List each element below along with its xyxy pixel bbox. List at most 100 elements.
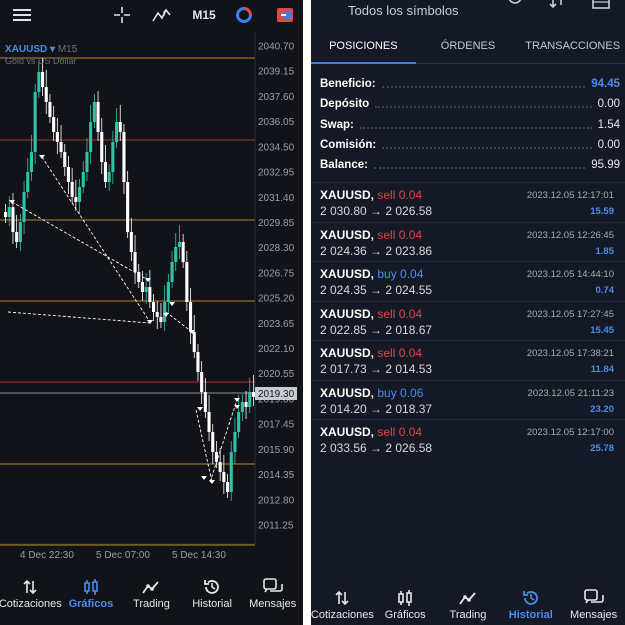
sort-icon[interactable] <box>549 0 565 14</box>
price-tick-label: 2034.50 <box>258 142 295 153</box>
calendar-icon[interactable] <box>592 0 610 15</box>
nav-label: Cotizaciones <box>311 609 374 621</box>
candles-icon <box>397 587 413 609</box>
nav-item-historial[interactable]: Historial <box>182 576 242 610</box>
indicators-icon[interactable]: f <box>150 4 174 26</box>
deal-symbol-name: XAUUSD, <box>320 385 375 400</box>
nav-item-trading[interactable]: Trading <box>121 576 181 610</box>
deals-list: XAUUSD, sell 0.04 2 030.80 → 2 026.58 2023… <box>311 182 625 459</box>
candle-body <box>22 192 26 222</box>
candle-body <box>52 117 56 132</box>
trade-connector <box>7 311 151 324</box>
chart-symbol-label: XAUUSD ▾ M15 <box>5 44 78 55</box>
deal-profit: 1.85 <box>595 245 615 257</box>
candle-body <box>11 207 15 232</box>
candle-body <box>226 482 230 492</box>
candle-body <box>81 172 85 187</box>
candle-body <box>166 282 170 302</box>
deal-time: 2023.12.05 14:44:10 <box>526 269 614 280</box>
deal-symbol-name: XAUUSD, <box>320 346 375 360</box>
price-tick-label: 2037.60 <box>258 92 295 103</box>
price-tick-label: 2026.75 <box>258 268 295 279</box>
trade-connector <box>41 156 151 323</box>
summary-row: Comisión: 0.00 <box>320 135 620 155</box>
chart-panel: f M15 2040.70 2039.15 2037.60 2036.05 2034.5… <box>0 0 303 625</box>
deal-symbol-name: XAUUSD, <box>320 227 375 242</box>
deal-row[interactable]: XAUUSD, buy 0.04 2 024.35 → 2 024.55 2023.… <box>311 261 625 301</box>
timeframe-button[interactable]: M15 <box>190 4 218 26</box>
summary-label: Swap: <box>320 118 354 131</box>
dotted-leader <box>359 121 592 129</box>
candle-body <box>18 222 22 242</box>
candle-body <box>33 92 37 152</box>
price-tick-label: 2015.90 <box>258 445 295 456</box>
nav-label: Gráficos <box>384 609 426 621</box>
candle-body <box>192 332 196 352</box>
candle-body <box>74 197 78 202</box>
refresh-icon[interactable] <box>507 0 523 12</box>
summary-value: 0.00 <box>597 139 620 152</box>
history-icon <box>203 576 221 598</box>
candle-body <box>96 102 100 132</box>
deal-row[interactable]: XAUUSD, sell 0.04 2 030.80 → 2 026.58 2023… <box>311 182 625 222</box>
crosshair-icon[interactable] <box>110 4 134 26</box>
tab-deals[interactable]: TRANSACCIONES <box>520 30 625 63</box>
new-order-icon[interactable] <box>274 4 296 26</box>
nav-item-cotizaciones[interactable]: Cotizaciones <box>0 576 62 610</box>
deal-side: buy 0.04 <box>377 267 424 281</box>
tab-orders[interactable]: ÓRDENES <box>416 30 521 63</box>
nav-label: Gráficos <box>68 598 114 610</box>
summary-label: Comisión: <box>320 139 377 152</box>
deal-prices: 2 024.35 → 2 024.55 <box>320 283 433 297</box>
price-tick-label: 2017.45 <box>258 420 295 431</box>
nav-item-graficos[interactable]: Gráficos <box>375 587 435 621</box>
history-panel: Todos los símbolos POSICIONES ÓRDENES TR… <box>311 0 625 625</box>
objects-icon[interactable] <box>233 4 255 26</box>
price-tick-label: 2012.80 <box>258 495 295 506</box>
price-tick-label: 2031.40 <box>258 193 295 204</box>
symbol-filter[interactable]: Todos los símbolos <box>348 3 459 18</box>
deal-symbol: XAUUSD, buy 0.04 <box>320 267 423 281</box>
dotted-leader <box>382 141 592 150</box>
deal-profit: 0.74 <box>595 285 615 296</box>
summary-value: 94.45 <box>591 78 620 91</box>
candle-body <box>7 207 11 217</box>
nav-item-historial[interactable]: Historial <box>501 587 561 621</box>
price-tick-label: 2029.85 <box>258 218 295 229</box>
tab-positions[interactable]: POSICIONES <box>311 30 416 64</box>
messages-icon <box>583 587 604 609</box>
candle-body <box>189 302 193 332</box>
deal-row[interactable]: XAUUSD, sell 0.04 2 017.73 → 2 014.53 2023… <box>311 340 625 380</box>
nav-label: Historial <box>192 598 232 610</box>
history-header: Todos los símbolos <box>311 0 625 24</box>
deal-side: sell 0.04 <box>377 306 423 321</box>
deal-row[interactable]: XAUUSD, sell 0.04 2 033.56 → 2 026.58 2023… <box>311 419 625 459</box>
nav-item-cotizaciones[interactable]: Cotizaciones <box>311 587 374 621</box>
candle-body <box>185 262 189 302</box>
deal-row[interactable]: XAUUSD, sell 0.04 2 022.85 → 2 018.67 2023… <box>311 300 625 341</box>
nav-item-mensajes[interactable]: Mensajes <box>243 576 303 610</box>
deal-row[interactable]: XAUUSD, sell 0.04 2 024.36 → 2 023.86 2023… <box>311 221 625 262</box>
candle-body <box>181 242 185 262</box>
bottom-navigation: Cotizaciones Gráficos Trading Historial Mens… <box>0 576 303 610</box>
nav-label: Trading <box>449 609 487 621</box>
candle-body <box>222 472 226 482</box>
nav-item-graficos[interactable]: Gráficos <box>61 576 121 610</box>
deal-prices: 2 022.85 → 2 018.67 <box>320 322 433 337</box>
menu-icon[interactable] <box>10 4 34 26</box>
candle-body <box>251 392 255 397</box>
deal-symbol: XAUUSD, sell 0.04 <box>320 188 422 202</box>
deal-symbol: XAUUSD, buy 0.06 <box>320 386 423 400</box>
time-tick-label: 4 Dec 22:30 <box>20 550 74 561</box>
deal-time: 2023.12.05 17:38:21 <box>526 348 614 359</box>
nav-item-mensajes[interactable]: Mensajes <box>564 587 624 621</box>
price-chart[interactable]: 2040.70 2039.15 2037.60 2036.05 2034.50 2032.… <box>0 32 303 567</box>
dotted-leader <box>381 80 586 89</box>
candle-body <box>66 167 70 182</box>
summary-value: 1.54 <box>597 118 620 131</box>
deal-row[interactable]: XAUUSD, buy 0.06 2 014.20 → 2 018.37 2023.… <box>311 379 625 420</box>
deal-profit: 15.45 <box>590 324 614 336</box>
current-price-value: 2019.30 <box>258 389 295 400</box>
nav-item-trading[interactable]: Trading <box>438 587 498 621</box>
summary-label: Balance: <box>320 159 368 172</box>
